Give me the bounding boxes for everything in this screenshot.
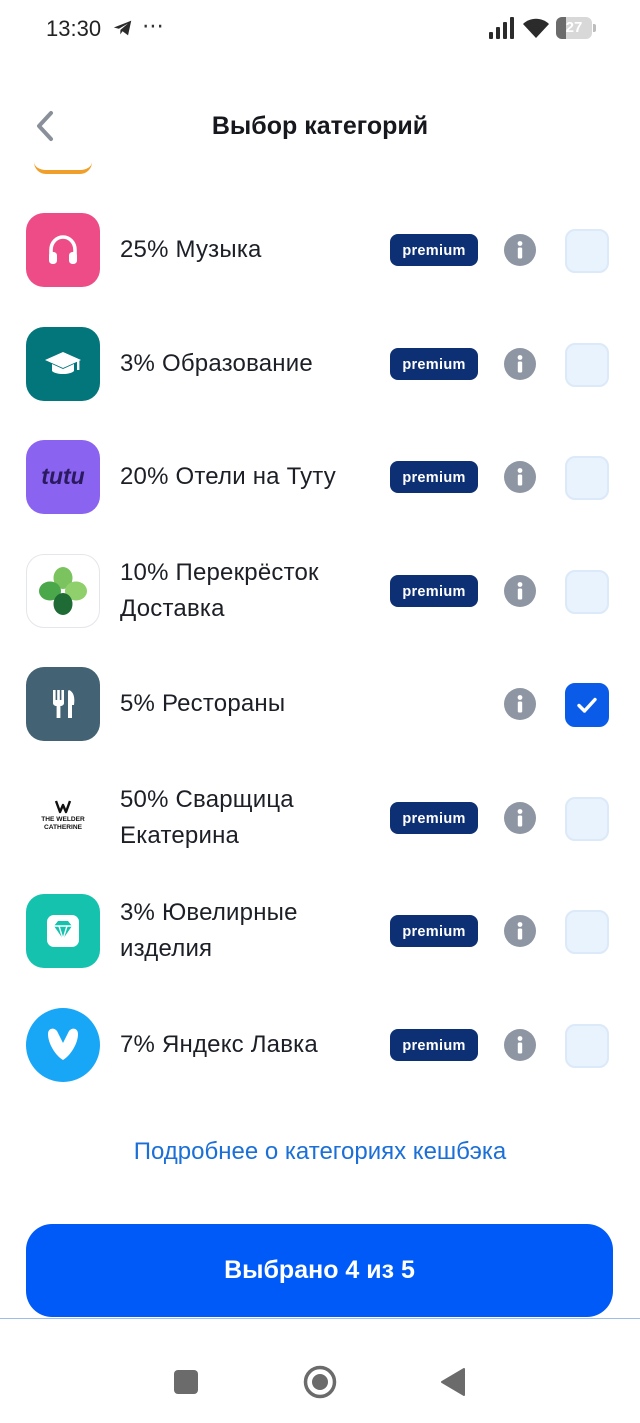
category-icon <box>26 213 100 287</box>
category-row[interactable]: THE WELDER CATHERINE 50% Сварщица Екатерин… <box>0 761 640 874</box>
premium-badge: premium <box>390 461 478 493</box>
info-icon[interactable] <box>504 802 536 834</box>
category-icon <box>26 667 100 741</box>
graduation-cap-icon <box>45 352 81 374</box>
info-icon[interactable] <box>504 348 536 380</box>
page-title: Выбор категорий <box>211 112 429 140</box>
battery-body: 27 <box>556 17 592 39</box>
category-icon <box>26 1008 100 1082</box>
svg-text:premium: premium <box>402 1038 465 1054</box>
svg-text:tutu: tutu <box>41 463 84 489</box>
premium-logo: premium <box>402 1038 465 1054</box>
category-row[interactable]: 3% Ювелирные изделия premium <box>0 874 640 987</box>
signal-icon <box>489 17 514 39</box>
checkbox[interactable] <box>565 910 609 954</box>
category-label: 3% Ювелирные изделия <box>120 898 298 962</box>
category-label: 7% Яндекс Лавка <box>120 1030 318 1058</box>
telegram-icon <box>113 20 132 36</box>
category-icon <box>26 554 100 628</box>
svg-text:premium: premium <box>402 811 465 827</box>
svg-text:premium: premium <box>402 924 465 940</box>
premium-logo: premium <box>402 243 465 259</box>
partial-category-icon <box>34 162 92 174</box>
category-row[interactable]: 10% Перекрёсток Доставка premium <box>0 534 640 647</box>
premium-badge: premium <box>390 575 478 607</box>
svg-text:premium: premium <box>402 470 465 486</box>
premium-logo: premium <box>402 470 465 486</box>
svg-text:premium: premium <box>402 357 465 373</box>
premium-badge: premium <box>390 348 478 380</box>
header: Выбор категорий <box>0 90 640 164</box>
more-dots-icon: ⋯ <box>142 13 165 38</box>
info-icon[interactable] <box>504 234 536 266</box>
headphones-icon <box>49 235 77 264</box>
status-time: 13:30 <box>46 16 102 41</box>
status-bar: 13:30 ⋯ 27 <box>0 0 640 60</box>
premium-badge: premium <box>390 802 478 834</box>
perekrestok-clover-icon <box>39 567 87 615</box>
back-triangle-icon[interactable] <box>440 1367 466 1397</box>
premium-logo: premium <box>402 357 465 373</box>
premium-logo: premium <box>402 584 465 600</box>
checkbox[interactable] <box>565 343 609 387</box>
battery-icon: 27 <box>556 17 596 39</box>
category-label: 10% Перекрёсток Доставка <box>120 558 319 622</box>
category-row[interactable]: tutu 20% Отели на Туту premium <box>0 420 640 533</box>
cashback-categories-link[interactable]: Подробнее о категориях кешбэка <box>0 1138 640 1166</box>
category-row[interactable]: 5% Рестораны <box>0 647 640 760</box>
premium-logo: premium <box>402 924 465 940</box>
diamond-icon <box>47 915 79 947</box>
checkbox[interactable] <box>565 229 609 273</box>
category-icon <box>26 327 100 401</box>
category-label: 20% Отели на Туту <box>120 462 336 490</box>
category-label: 50% Сварщица Екатерина <box>120 785 294 849</box>
category-row[interactable]: 25% Музыка premium <box>0 193 640 306</box>
system-nav-bar <box>0 1319 640 1423</box>
premium-badge: premium <box>390 1029 478 1061</box>
category-label: 3% Образование <box>120 349 313 377</box>
checkbox[interactable] <box>565 1024 609 1068</box>
info-icon[interactable] <box>504 461 536 493</box>
premium-badge: premium <box>390 234 478 266</box>
info-icon[interactable] <box>504 915 536 947</box>
category-icon: tutu <box>26 440 100 514</box>
category-label: 5% Рестораны <box>120 689 286 717</box>
info-icon[interactable] <box>504 688 536 720</box>
svg-text:THE WELDER: THE WELDER <box>41 816 85 823</box>
checkbox[interactable] <box>565 570 609 614</box>
category-label: 25% Музыка <box>120 235 262 263</box>
category-row[interactable]: 3% Образование premium <box>0 307 640 420</box>
premium-badge: premium <box>390 915 478 947</box>
checkbox-checked[interactable] <box>565 683 609 727</box>
battery-level: 27 <box>565 19 583 36</box>
yandex-lavka-icon <box>48 1028 78 1060</box>
selected-count-button[interactable]: Выбрано 4 из 5 <box>26 1224 613 1317</box>
info-icon[interactable] <box>504 1029 536 1061</box>
category-row[interactable]: 7% Яндекс Лавка premium <box>0 988 640 1101</box>
check-icon <box>577 697 597 713</box>
fork-knife-icon <box>53 690 75 718</box>
battery-tip <box>593 24 596 32</box>
home-circle-icon[interactable] <box>303 1365 337 1399</box>
info-icon[interactable] <box>504 575 536 607</box>
category-icon: THE WELDER CATHERINE <box>26 781 100 855</box>
recents-square-icon[interactable] <box>174 1370 198 1394</box>
wifi-icon <box>523 18 549 38</box>
checkbox[interactable] <box>565 456 609 500</box>
svg-text:premium: premium <box>402 584 465 600</box>
category-icon <box>26 894 100 968</box>
checkbox[interactable] <box>565 797 609 841</box>
welder-catherine-logo: THE WELDERCATHERINE <box>41 800 85 831</box>
svg-text:CATHERINE: CATHERINE <box>44 824 83 831</box>
tutu-logo: tutu <box>41 463 84 489</box>
premium-logo: premium <box>402 811 465 827</box>
svg-text:premium: premium <box>402 243 465 259</box>
